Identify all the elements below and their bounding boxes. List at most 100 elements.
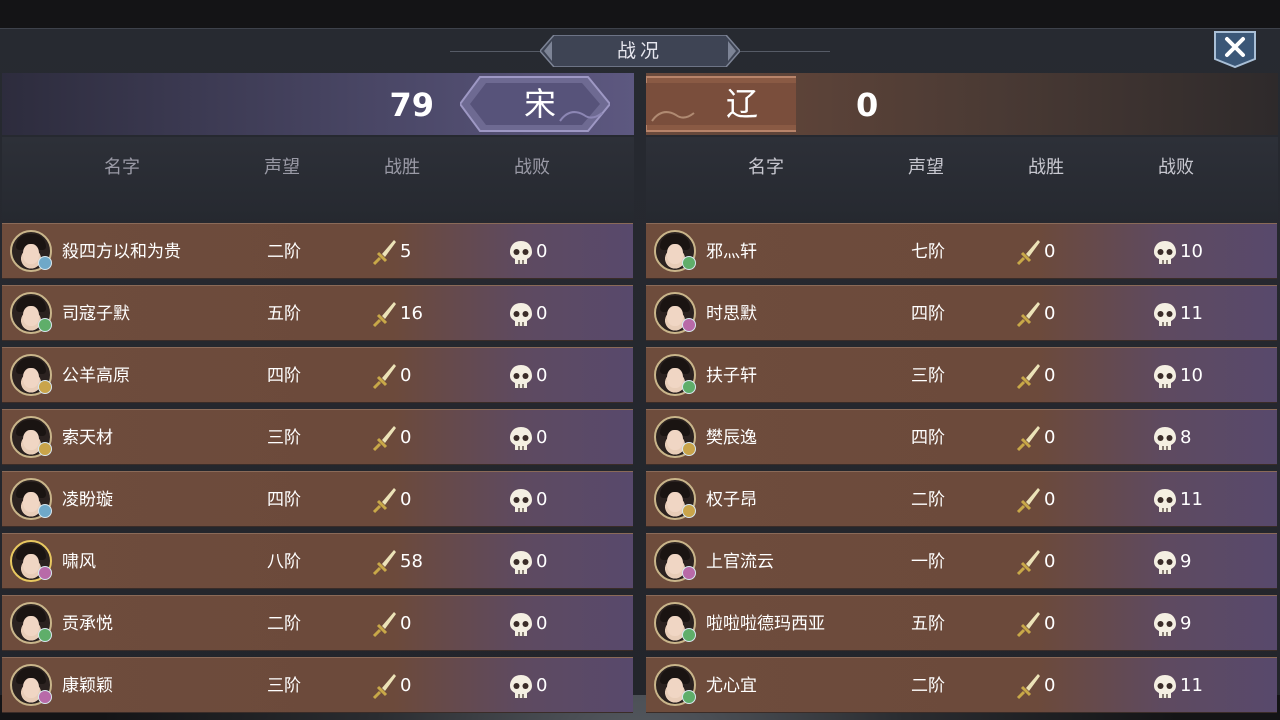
wins-stat: 0 [1016,534,1106,590]
skull-icon [510,551,532,574]
player-row[interactable]: 啸风 八阶 58 0 [2,533,633,589]
player-name: 权子昂 [706,490,757,510]
player-row[interactable]: 邪灬轩 七阶 0 10 [646,223,1277,279]
player-reputation: 三阶 [267,676,301,696]
player-reputation: 四阶 [267,366,301,386]
rank-gem-icon [38,256,52,270]
header-wins: 战胜 [1028,157,1064,178]
skull-icon [510,427,532,450]
losses-count: 11 [1180,675,1203,696]
rank-gem-icon [682,504,696,518]
player-name: 啸风 [62,552,96,572]
player-reputation: 二阶 [911,490,945,510]
wins-stat: 16 [372,286,462,342]
player-name: 邪灬轩 [706,242,757,262]
sword-icon [1016,302,1040,328]
liao-header-bar: 辽 0 [646,73,1278,135]
player-row[interactable]: 公羊高原 四阶 0 0 [2,347,633,403]
song-column-headers: 名字 声望 战胜 战败 [2,137,634,219]
rank-gem-icon [38,566,52,580]
player-reputation: 三阶 [911,366,945,386]
rank-gem-icon [682,690,696,704]
rank-gem-icon [38,690,52,704]
liao-score: 0 [856,86,879,124]
skull-icon [510,489,532,512]
song-team-section: 79 宋 名字 声望 战胜 战败 殺四方以和为贵 二阶 5 0 司寇子默 五阶 … [2,73,634,713]
player-reputation: 一阶 [911,552,945,572]
close-button[interactable] [1212,29,1258,69]
rank-gem-icon [682,442,696,456]
wins-stat: 5 [372,224,462,280]
sword-icon [372,550,396,576]
player-row[interactable]: 时思默 四阶 0 11 [646,285,1277,341]
player-row[interactable]: 康颖颖 三阶 0 0 [2,657,633,713]
wins-count: 0 [400,489,412,510]
song-score: 79 [389,86,434,124]
header-wins: 战胜 [384,157,420,178]
player-row[interactable]: 扶子轩 三阶 0 10 [646,347,1277,403]
skull-icon [1154,303,1176,326]
sword-icon [1016,488,1040,514]
wins-stat: 0 [1016,658,1106,714]
player-row[interactable]: 樊辰逸 四阶 0 8 [646,409,1277,465]
skull-icon [1154,675,1176,698]
rank-gem-icon [38,504,52,518]
sword-icon [1016,426,1040,452]
rank-gem-icon [682,380,696,394]
sword-icon [372,240,396,266]
player-name: 索天材 [62,428,113,448]
header-reputation: 声望 [264,157,300,178]
player-row[interactable]: 啦啦啦德玛西亚 五阶 0 9 [646,595,1277,651]
liao-team-section: 辽 0 名字 声望 战胜 战败 邪灬轩 七阶 0 10 时思默 四阶 0 11 … [646,73,1278,713]
losses-stat: 9 [1152,596,1242,652]
player-row[interactable]: 司寇子默 五阶 16 0 [2,285,633,341]
player-row[interactable]: 尤心宜 二阶 0 11 [646,657,1277,713]
player-reputation: 三阶 [267,428,301,448]
close-icon[interactable] [1212,29,1258,69]
wins-stat: 0 [372,472,462,528]
wins-count: 0 [1044,365,1056,386]
skull-icon [510,241,532,264]
losses-count: 0 [536,365,548,386]
losses-stat: 8 [1152,410,1242,466]
losses-stat: 0 [508,534,598,590]
losses-stat: 11 [1152,658,1242,714]
player-row[interactable]: 上官流云 一阶 0 9 [646,533,1277,589]
losses-count: 11 [1180,303,1203,324]
player-row[interactable]: 贡承悦 二阶 0 0 [2,595,633,651]
wins-stat: 0 [372,410,462,466]
player-name: 上官流云 [706,552,774,572]
wins-stat: 0 [372,658,462,714]
sword-icon [1016,674,1040,700]
wins-stat: 0 [1016,596,1106,652]
rank-gem-icon [682,318,696,332]
losses-count: 11 [1180,489,1203,510]
losses-stat: 11 [1152,472,1242,528]
wins-stat: 58 [372,534,462,590]
losses-count: 0 [536,303,548,324]
panel-title: 战况 [616,40,663,62]
losses-stat: 0 [508,286,598,342]
rank-gem-icon [38,380,52,394]
player-reputation: 八阶 [267,552,301,572]
losses-count: 10 [1180,241,1203,262]
rank-gem-icon [682,256,696,270]
rank-gem-icon [38,442,52,456]
wins-count: 0 [1044,303,1056,324]
song-faction-name: 宋 [523,85,556,123]
wins-count: 16 [400,303,423,324]
song-header-bar: 79 宋 [2,73,634,135]
player-row[interactable]: 凌盼璇 四阶 0 0 [2,471,633,527]
wins-stat: 0 [1016,286,1106,342]
player-row[interactable]: 殺四方以和为贵 二阶 5 0 [2,223,633,279]
losses-count: 9 [1180,551,1192,572]
sword-icon [372,426,396,452]
skull-icon [1154,365,1176,388]
wins-stat: 0 [372,596,462,652]
battle-status-panel: 战况 79 宋 名字 声望 战胜 战败 殺四方以和为贵 二阶 5 0 司寇子默 … [0,28,1280,713]
player-row[interactable]: 权子昂 二阶 0 11 [646,471,1277,527]
player-row[interactable]: 索天材 三阶 0 0 [2,409,633,465]
sword-icon [372,302,396,328]
liao-faction-name: 辽 [725,85,758,123]
wins-stat: 0 [1016,410,1106,466]
